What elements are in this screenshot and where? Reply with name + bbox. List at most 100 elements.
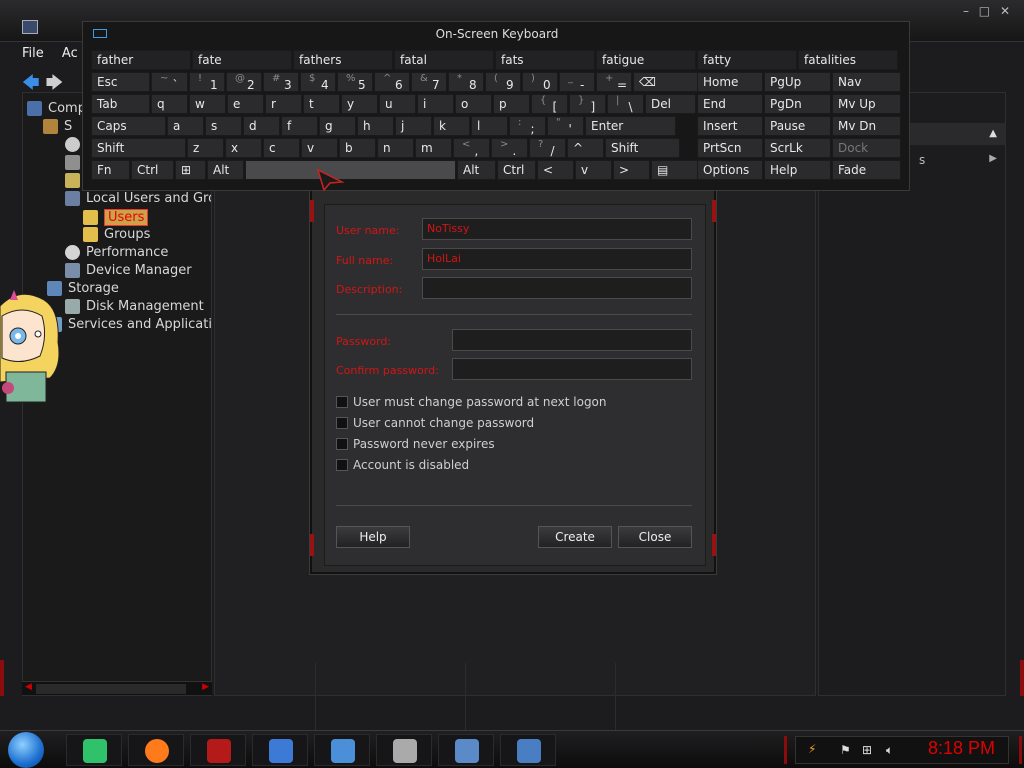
key-l[interactable]: l xyxy=(471,116,508,136)
key-i[interactable]: i xyxy=(417,94,454,114)
key-7[interactable]: & 7 xyxy=(411,72,447,92)
key-z[interactable]: z xyxy=(187,138,224,158)
key-key[interactable]: " ' xyxy=(547,116,584,136)
minimize-button[interactable]: – xyxy=(963,4,969,18)
start-orb-icon[interactable] xyxy=(8,732,44,768)
key-caps[interactable]: Caps xyxy=(91,116,166,136)
key-b[interactable]: b xyxy=(339,138,376,158)
checkbox-password-never-expires[interactable]: Password never expires xyxy=(336,437,495,451)
key-c[interactable]: c xyxy=(263,138,300,158)
clock[interactable]: 8:18 PM xyxy=(928,738,995,759)
close-window-button[interactable]: ✕ xyxy=(1000,4,1010,18)
key-t[interactable]: t xyxy=(303,94,340,114)
close-button[interactable]: Close xyxy=(618,526,692,548)
key-key[interactable]: ? / xyxy=(529,138,566,158)
confirm-password-field[interactable] xyxy=(452,358,692,380)
volume-icon[interactable]: 🔈︎ xyxy=(886,743,893,758)
key-8[interactable]: * 8 xyxy=(448,72,484,92)
key-f[interactable]: f xyxy=(281,116,318,136)
tree-item-local-users-and-groups[interactable]: Local Users and Grou xyxy=(65,191,211,206)
key-mv-dn[interactable]: Mv Dn xyxy=(832,116,901,136)
checkbox-account-disabled[interactable]: Account is disabled xyxy=(336,458,469,472)
key-o[interactable]: o xyxy=(455,94,492,114)
menu-action[interactable]: Ac xyxy=(62,46,78,61)
suggestion-fatal[interactable]: fatal xyxy=(394,50,494,70)
checkbox-box[interactable] xyxy=(336,459,348,471)
key-key[interactable]: ^ xyxy=(567,138,604,158)
key-key[interactable]: {[ xyxy=(531,94,568,114)
tree-item-groups[interactable]: Groups xyxy=(83,227,150,242)
suggestion-fathers[interactable]: fathers xyxy=(293,50,393,70)
tree-item-device-manager[interactable]: Device Manager xyxy=(65,263,192,278)
user-name-field[interactable]: NoTissy xyxy=(422,218,692,240)
key-a[interactable]: a xyxy=(167,116,204,136)
key-key[interactable]: ~ ` xyxy=(151,72,188,92)
submenu-arrow-icon[interactable]: ▶ xyxy=(989,153,997,164)
key-y[interactable]: y xyxy=(341,94,378,114)
taskbar-video-cam-button[interactable] xyxy=(190,734,246,766)
suggestion-fatty[interactable]: fatty xyxy=(697,50,797,70)
suggestion-fatigue[interactable]: fatigue xyxy=(596,50,696,70)
checkbox-box[interactable] xyxy=(336,417,348,429)
key-k[interactable]: k xyxy=(433,116,470,136)
scroll-right-icon[interactable]: ▶ xyxy=(202,682,209,692)
description-field[interactable] xyxy=(422,277,692,299)
suggestion-fatalities[interactable]: fatalities xyxy=(798,50,898,70)
collapse-up-icon[interactable]: ▲ xyxy=(989,128,997,139)
key-options[interactable]: Options xyxy=(697,160,763,180)
key-del[interactable]: Del xyxy=(645,94,696,114)
key-e[interactable]: e xyxy=(227,94,264,114)
taskbar-server-button[interactable] xyxy=(376,734,432,766)
key-w[interactable]: w xyxy=(189,94,226,114)
key-key[interactable]: >. xyxy=(491,138,528,158)
tray-app-icon[interactable]: ⚡ xyxy=(808,742,816,756)
key-2[interactable]: @2 xyxy=(226,72,262,92)
checkbox-box[interactable] xyxy=(336,396,348,408)
more-actions-label[interactable]: s xyxy=(919,153,925,167)
checkbox-box[interactable] xyxy=(336,438,348,450)
key-g[interactable]: g xyxy=(319,116,356,136)
password-field[interactable] xyxy=(452,329,692,351)
key-pause[interactable]: Pause xyxy=(764,116,831,136)
key-fade[interactable]: Fade xyxy=(832,160,901,180)
suggestion-fats[interactable]: fats xyxy=(495,50,595,70)
key-s[interactable]: s xyxy=(205,116,242,136)
key-prtscn[interactable]: PrtScn xyxy=(697,138,763,158)
key-3[interactable]: #3 xyxy=(263,72,299,92)
key-key[interactable]: + = xyxy=(596,72,632,92)
network-icon[interactable]: ⊞ xyxy=(862,743,872,757)
key-key[interactable]: <, xyxy=(453,138,490,158)
taskbar-firefox-button[interactable] xyxy=(128,734,184,766)
key-r[interactable]: r xyxy=(265,94,302,114)
suggestion-fate[interactable]: fate xyxy=(192,50,292,70)
taskbar-notes-button[interactable] xyxy=(66,734,122,766)
key-p[interactable]: p xyxy=(493,94,530,114)
space-key[interactable] xyxy=(245,160,456,180)
checkbox-must-change-password[interactable]: User must change password at next logon xyxy=(336,395,607,409)
key-ctrl[interactable]: Ctrl xyxy=(497,160,536,180)
menu-file[interactable]: File xyxy=(22,46,44,61)
flag-icon[interactable]: ⚑ xyxy=(840,743,851,757)
key-mv-up[interactable]: Mv Up xyxy=(832,94,901,114)
key-key[interactable]: < xyxy=(537,160,574,180)
key-h[interactable]: h xyxy=(357,116,394,136)
key-alt[interactable]: Alt xyxy=(207,160,244,180)
key-9[interactable]: (9 xyxy=(485,72,521,92)
key-key[interactable]: > xyxy=(613,160,650,180)
key-v[interactable]: v xyxy=(575,160,612,180)
key-home[interactable]: Home xyxy=(697,72,763,92)
create-button[interactable]: Create xyxy=(538,526,612,548)
key-end[interactable]: End xyxy=(697,94,763,114)
key-pgdn[interactable]: PgDn xyxy=(764,94,831,114)
tree-horizontal-scrollbar[interactable]: ◀ ▶ xyxy=(22,681,212,695)
key-j[interactable]: j xyxy=(395,116,432,136)
back-arrow-icon[interactable]: 🡄 xyxy=(22,73,40,93)
taskbar-window-button[interactable] xyxy=(314,734,370,766)
tree-item-system-tools[interactable]: S xyxy=(43,119,72,134)
shift-key-left[interactable]: Shift xyxy=(91,138,186,158)
scroll-thumb[interactable] xyxy=(36,684,186,694)
key-help[interactable]: Help xyxy=(764,160,831,180)
key-pgup[interactable]: PgUp xyxy=(764,72,831,92)
key-4[interactable]: $4 xyxy=(300,72,336,92)
key-scrlk[interactable]: ScrLk xyxy=(764,138,831,158)
